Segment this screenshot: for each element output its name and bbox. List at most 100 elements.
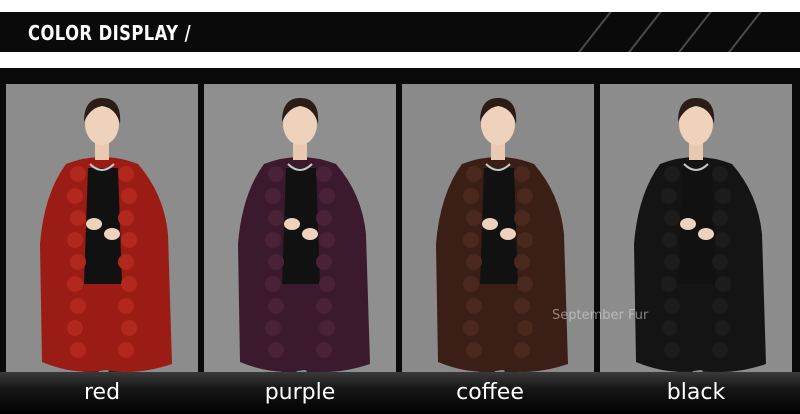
fur-pompom bbox=[664, 254, 680, 270]
fur-pompom bbox=[715, 232, 731, 248]
fur-pompom bbox=[715, 276, 731, 292]
fur-pompom bbox=[661, 232, 677, 248]
fur-pompom bbox=[463, 232, 479, 248]
fur-pompom bbox=[316, 210, 332, 226]
fur-pompom bbox=[268, 298, 284, 314]
fur-pompom bbox=[67, 276, 83, 292]
product-photo-coffee[interactable] bbox=[402, 84, 594, 390]
hand bbox=[482, 218, 498, 230]
model-illustration bbox=[436, 98, 568, 390]
fur-pompom bbox=[265, 320, 281, 336]
fur-pompom bbox=[319, 188, 335, 204]
hand bbox=[86, 218, 102, 230]
fur-pompom bbox=[67, 188, 83, 204]
header-stripe bbox=[668, 12, 714, 52]
fur-pompom bbox=[319, 320, 335, 336]
fur-pompom bbox=[715, 320, 731, 336]
fur-pompom bbox=[517, 188, 533, 204]
hand bbox=[284, 218, 300, 230]
fur-pompom bbox=[715, 188, 731, 204]
fur-pompom bbox=[121, 232, 137, 248]
fur-pompom bbox=[466, 166, 482, 182]
fur-pompom bbox=[319, 232, 335, 248]
fur-pompom bbox=[268, 166, 284, 182]
fur-pompom bbox=[661, 188, 677, 204]
hand bbox=[680, 218, 696, 230]
fur-pompom bbox=[70, 342, 86, 358]
fur-pompom bbox=[265, 188, 281, 204]
color-label-coffee: coffee bbox=[456, 380, 524, 405]
fur-pompom bbox=[466, 298, 482, 314]
fur-pompom bbox=[118, 298, 134, 314]
watermark: September Fur bbox=[552, 308, 649, 323]
product-photo-red[interactable] bbox=[6, 84, 198, 390]
color-label-black: black bbox=[666, 380, 726, 405]
fur-pompom bbox=[67, 232, 83, 248]
hand bbox=[104, 228, 120, 240]
fur-pompom bbox=[664, 298, 680, 314]
fur-pompom bbox=[316, 342, 332, 358]
fur-pompom bbox=[661, 276, 677, 292]
fur-pompom bbox=[463, 320, 479, 336]
fur-pompom bbox=[463, 276, 479, 292]
model-illustration bbox=[40, 98, 172, 390]
fur-pompom bbox=[712, 342, 728, 358]
fur-pompom bbox=[268, 342, 284, 358]
fur-pompom bbox=[316, 298, 332, 314]
fur-pompom bbox=[265, 276, 281, 292]
fur-pompom bbox=[517, 276, 533, 292]
hand bbox=[698, 228, 714, 240]
color-label-red: red bbox=[83, 380, 121, 405]
hand bbox=[500, 228, 516, 240]
fur-pompom bbox=[466, 254, 482, 270]
fur-pompom bbox=[712, 298, 728, 314]
fur-pompom bbox=[514, 298, 530, 314]
color-label-purple: purple bbox=[264, 380, 336, 405]
fur-pompom bbox=[118, 254, 134, 270]
product-photo-purple[interactable] bbox=[204, 84, 396, 390]
model-illustration bbox=[238, 98, 370, 390]
fur-pompom bbox=[118, 166, 134, 182]
fur-pompom bbox=[70, 298, 86, 314]
fur-pompom bbox=[514, 342, 530, 358]
fur-pompom bbox=[514, 254, 530, 270]
fur-pompom bbox=[316, 254, 332, 270]
fur-pompom bbox=[118, 342, 134, 358]
fur-pompom bbox=[70, 210, 86, 226]
fur-pompom bbox=[67, 320, 83, 336]
fur-pompom bbox=[517, 232, 533, 248]
header-banner: COLOR DISPLAY / bbox=[0, 12, 800, 52]
fur-pompom bbox=[268, 254, 284, 270]
fur-pompom bbox=[265, 232, 281, 248]
fur-pompom bbox=[118, 210, 134, 226]
fur-pompom bbox=[664, 166, 680, 182]
fur-pompom bbox=[70, 166, 86, 182]
product-photo-black[interactable] bbox=[600, 84, 792, 390]
fur-pompom bbox=[463, 188, 479, 204]
fur-pompom bbox=[121, 188, 137, 204]
fur-pompom bbox=[466, 342, 482, 358]
fur-pompom bbox=[121, 276, 137, 292]
fur-pompom bbox=[319, 276, 335, 292]
fur-pompom bbox=[466, 210, 482, 226]
fur-pompom bbox=[664, 342, 680, 358]
fur-pompom bbox=[514, 166, 530, 182]
fur-pompom bbox=[712, 166, 728, 182]
color-gallery: red purple coffee black bbox=[0, 68, 800, 414]
fur-pompom bbox=[517, 320, 533, 336]
model-illustration bbox=[634, 98, 766, 390]
fur-pompom bbox=[661, 320, 677, 336]
fur-pompom bbox=[664, 210, 680, 226]
page-title: COLOR DISPLAY / bbox=[28, 21, 191, 45]
header-stripe bbox=[718, 12, 764, 52]
fur-pompom bbox=[70, 254, 86, 270]
fur-pompom bbox=[712, 210, 728, 226]
header-stripe bbox=[618, 12, 664, 52]
fur-pompom bbox=[514, 210, 530, 226]
header-stripe bbox=[568, 12, 614, 52]
fur-pompom bbox=[268, 210, 284, 226]
fur-pompom bbox=[316, 166, 332, 182]
fur-pompom bbox=[121, 320, 137, 336]
fur-pompom bbox=[712, 254, 728, 270]
hand bbox=[302, 228, 318, 240]
